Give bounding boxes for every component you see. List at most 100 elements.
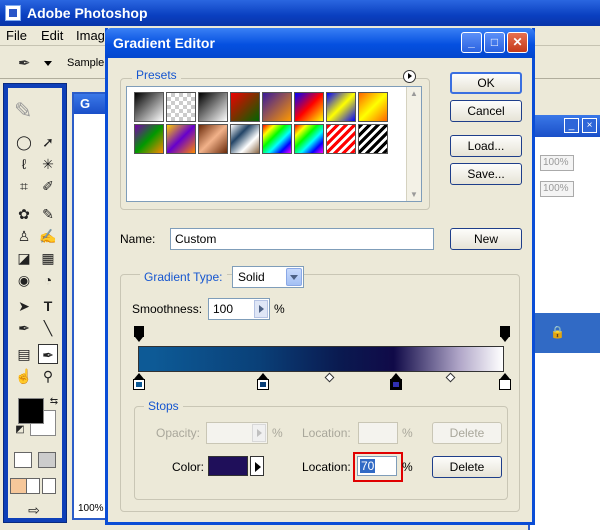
healing-icon[interactable]: ✿ xyxy=(14,204,34,224)
swap-colors-icon[interactable]: ⇆ xyxy=(44,392,64,412)
stops-label: Stops xyxy=(144,399,183,413)
new-button[interactable]: New xyxy=(450,228,522,250)
eyedropper-tool-icon[interactable]: ✒ xyxy=(38,344,58,364)
preset-transparent[interactable] xyxy=(166,92,196,122)
notes-icon[interactable]: ▤ xyxy=(14,344,34,364)
blur-icon[interactable]: ◉ xyxy=(14,270,34,290)
stamp-icon[interactable]: ♙ xyxy=(14,226,34,246)
save-button[interactable]: Save... xyxy=(450,163,522,185)
preset-blue-yellow-blue[interactable] xyxy=(326,92,356,122)
full-screen-icon[interactable] xyxy=(42,478,56,494)
move-icon[interactable]: ➚ xyxy=(38,132,58,152)
menu-image[interactable]: Imag xyxy=(76,28,105,43)
quick-mask-icon[interactable] xyxy=(38,452,56,468)
presets-menu-icon[interactable] xyxy=(403,70,416,83)
opacity-stepper-icon xyxy=(252,424,266,442)
preset-orange-yellow[interactable] xyxy=(358,92,388,122)
line-icon[interactable]: ╲ xyxy=(38,318,58,338)
preset-transparent-rainbow[interactable] xyxy=(326,124,356,154)
color-menu-icon[interactable] xyxy=(250,456,264,476)
magic-wand-icon[interactable]: ✳ xyxy=(38,154,58,174)
preset-violet-green-orange[interactable] xyxy=(134,124,164,154)
gradient-icon[interactable]: ▦ xyxy=(38,248,58,268)
selected-layer-row[interactable] xyxy=(532,313,600,353)
minimize-icon[interactable]: _ xyxy=(564,118,579,133)
hand-icon[interactable]: ☝ xyxy=(14,366,34,386)
scroll-up-icon[interactable]: ▲ xyxy=(410,89,418,98)
full-screen-menu-icon[interactable] xyxy=(26,478,40,494)
eraser-icon[interactable]: ◪ xyxy=(14,248,34,268)
opacity-stop-left[interactable] xyxy=(134,326,144,342)
gradient-type-select[interactable]: Solid xyxy=(232,266,304,288)
opacity-location-label: Location: xyxy=(302,426,351,440)
opacity-location-input xyxy=(358,422,398,444)
opacity-unit: % xyxy=(272,426,283,440)
brush-icon[interactable]: ✎ xyxy=(38,204,58,224)
presets-scrollbar[interactable]: ▲ ▼ xyxy=(406,87,421,201)
presets-list[interactable]: ▲ ▼ xyxy=(126,86,422,202)
type-icon[interactable]: T xyxy=(38,296,58,316)
pen-icon[interactable]: ✒ xyxy=(14,318,34,338)
opacity-field[interactable]: 100% xyxy=(540,155,574,171)
preset-rainbow[interactable] xyxy=(294,124,324,154)
minimize-icon[interactable]: _ xyxy=(461,32,482,53)
menu-file[interactable]: File xyxy=(6,28,27,43)
default-colors-icon[interactable]: ◩ xyxy=(10,420,30,440)
lasso-icon[interactable]: ℓ xyxy=(14,154,34,174)
preset-copper[interactable] xyxy=(198,124,228,154)
tool-preset-dropdown-icon[interactable] xyxy=(44,61,52,66)
opacity-stop-right[interactable] xyxy=(500,326,510,342)
smoothness-label: Smoothness: xyxy=(132,302,203,316)
standard-mode-icon[interactable] xyxy=(14,452,32,468)
chevron-down-icon[interactable] xyxy=(286,268,302,286)
slice-icon[interactable]: ✐ xyxy=(38,176,58,196)
close-icon[interactable]: × xyxy=(582,118,597,133)
preset-yellow-violet-orange[interactable] xyxy=(166,124,196,154)
smoothness-input[interactable]: 100 xyxy=(208,298,270,320)
color-location-input[interactable]: 70 xyxy=(357,456,397,476)
dodge-icon[interactable]: ◔ xyxy=(38,270,58,290)
palette-titlebar: _ × xyxy=(530,115,600,137)
close-icon[interactable]: ✕ xyxy=(507,32,528,53)
scroll-down-icon[interactable]: ▼ xyxy=(410,190,418,199)
menu-edit[interactable]: Edit xyxy=(41,28,63,43)
color-stop-selected[interactable] xyxy=(390,373,402,390)
color-stop-2[interactable] xyxy=(257,373,269,390)
preset-chrome[interactable] xyxy=(230,124,260,154)
eyedropper-icon[interactable]: ✒ xyxy=(18,54,31,72)
color-swatch[interactable] xyxy=(208,456,248,476)
preset-black-white-2[interactable] xyxy=(198,92,228,122)
opacity-location-unit: % xyxy=(402,426,413,440)
color-label: Color: xyxy=(172,460,205,474)
zoom-icon[interactable]: ⚲ xyxy=(38,366,58,386)
path-select-icon[interactable]: ➤ xyxy=(14,296,34,316)
lock-icon: 🔒 xyxy=(550,325,565,339)
cancel-button[interactable]: Cancel xyxy=(450,100,522,122)
gradient-preview-bar[interactable] xyxy=(138,346,504,372)
jump-to-imageready-icon[interactable]: ⇨ xyxy=(24,500,44,520)
history-brush-icon[interactable]: ✍ xyxy=(38,226,58,246)
name-input[interactable]: Custom xyxy=(170,228,434,250)
crop-icon[interactable]: ⌗ xyxy=(14,176,34,196)
screen: Adobe Photoshop File Edit Imag ✒ Sample … xyxy=(0,0,600,530)
color-stop-4[interactable] xyxy=(499,373,511,390)
maximize-icon[interactable]: □ xyxy=(484,32,505,53)
smoothness-value: 100 xyxy=(213,302,234,316)
marquee-icon[interactable]: ◯ xyxy=(14,132,34,152)
name-label: Name: xyxy=(120,232,156,246)
color-location-value: 70 xyxy=(360,459,376,473)
preset-spectrum[interactable] xyxy=(262,124,292,154)
smoothness-stepper-icon[interactable] xyxy=(254,300,268,318)
fill-field[interactable]: 100% xyxy=(540,181,574,197)
opacity-delete-button: Delete xyxy=(432,422,502,444)
preset-stripes[interactable] xyxy=(358,124,388,154)
ok-button[interactable]: OK xyxy=(450,72,522,94)
zoom-readout: 100% xyxy=(78,503,104,514)
preset-violet-orange[interactable] xyxy=(262,92,292,122)
color-stop-1[interactable] xyxy=(133,373,145,390)
preset-black-white[interactable] xyxy=(134,92,164,122)
preset-blue-red-yellow[interactable] xyxy=(294,92,324,122)
load-button[interactable]: Load... xyxy=(450,135,522,157)
preset-red-green[interactable] xyxy=(230,92,260,122)
color-delete-button[interactable]: Delete xyxy=(432,456,502,478)
